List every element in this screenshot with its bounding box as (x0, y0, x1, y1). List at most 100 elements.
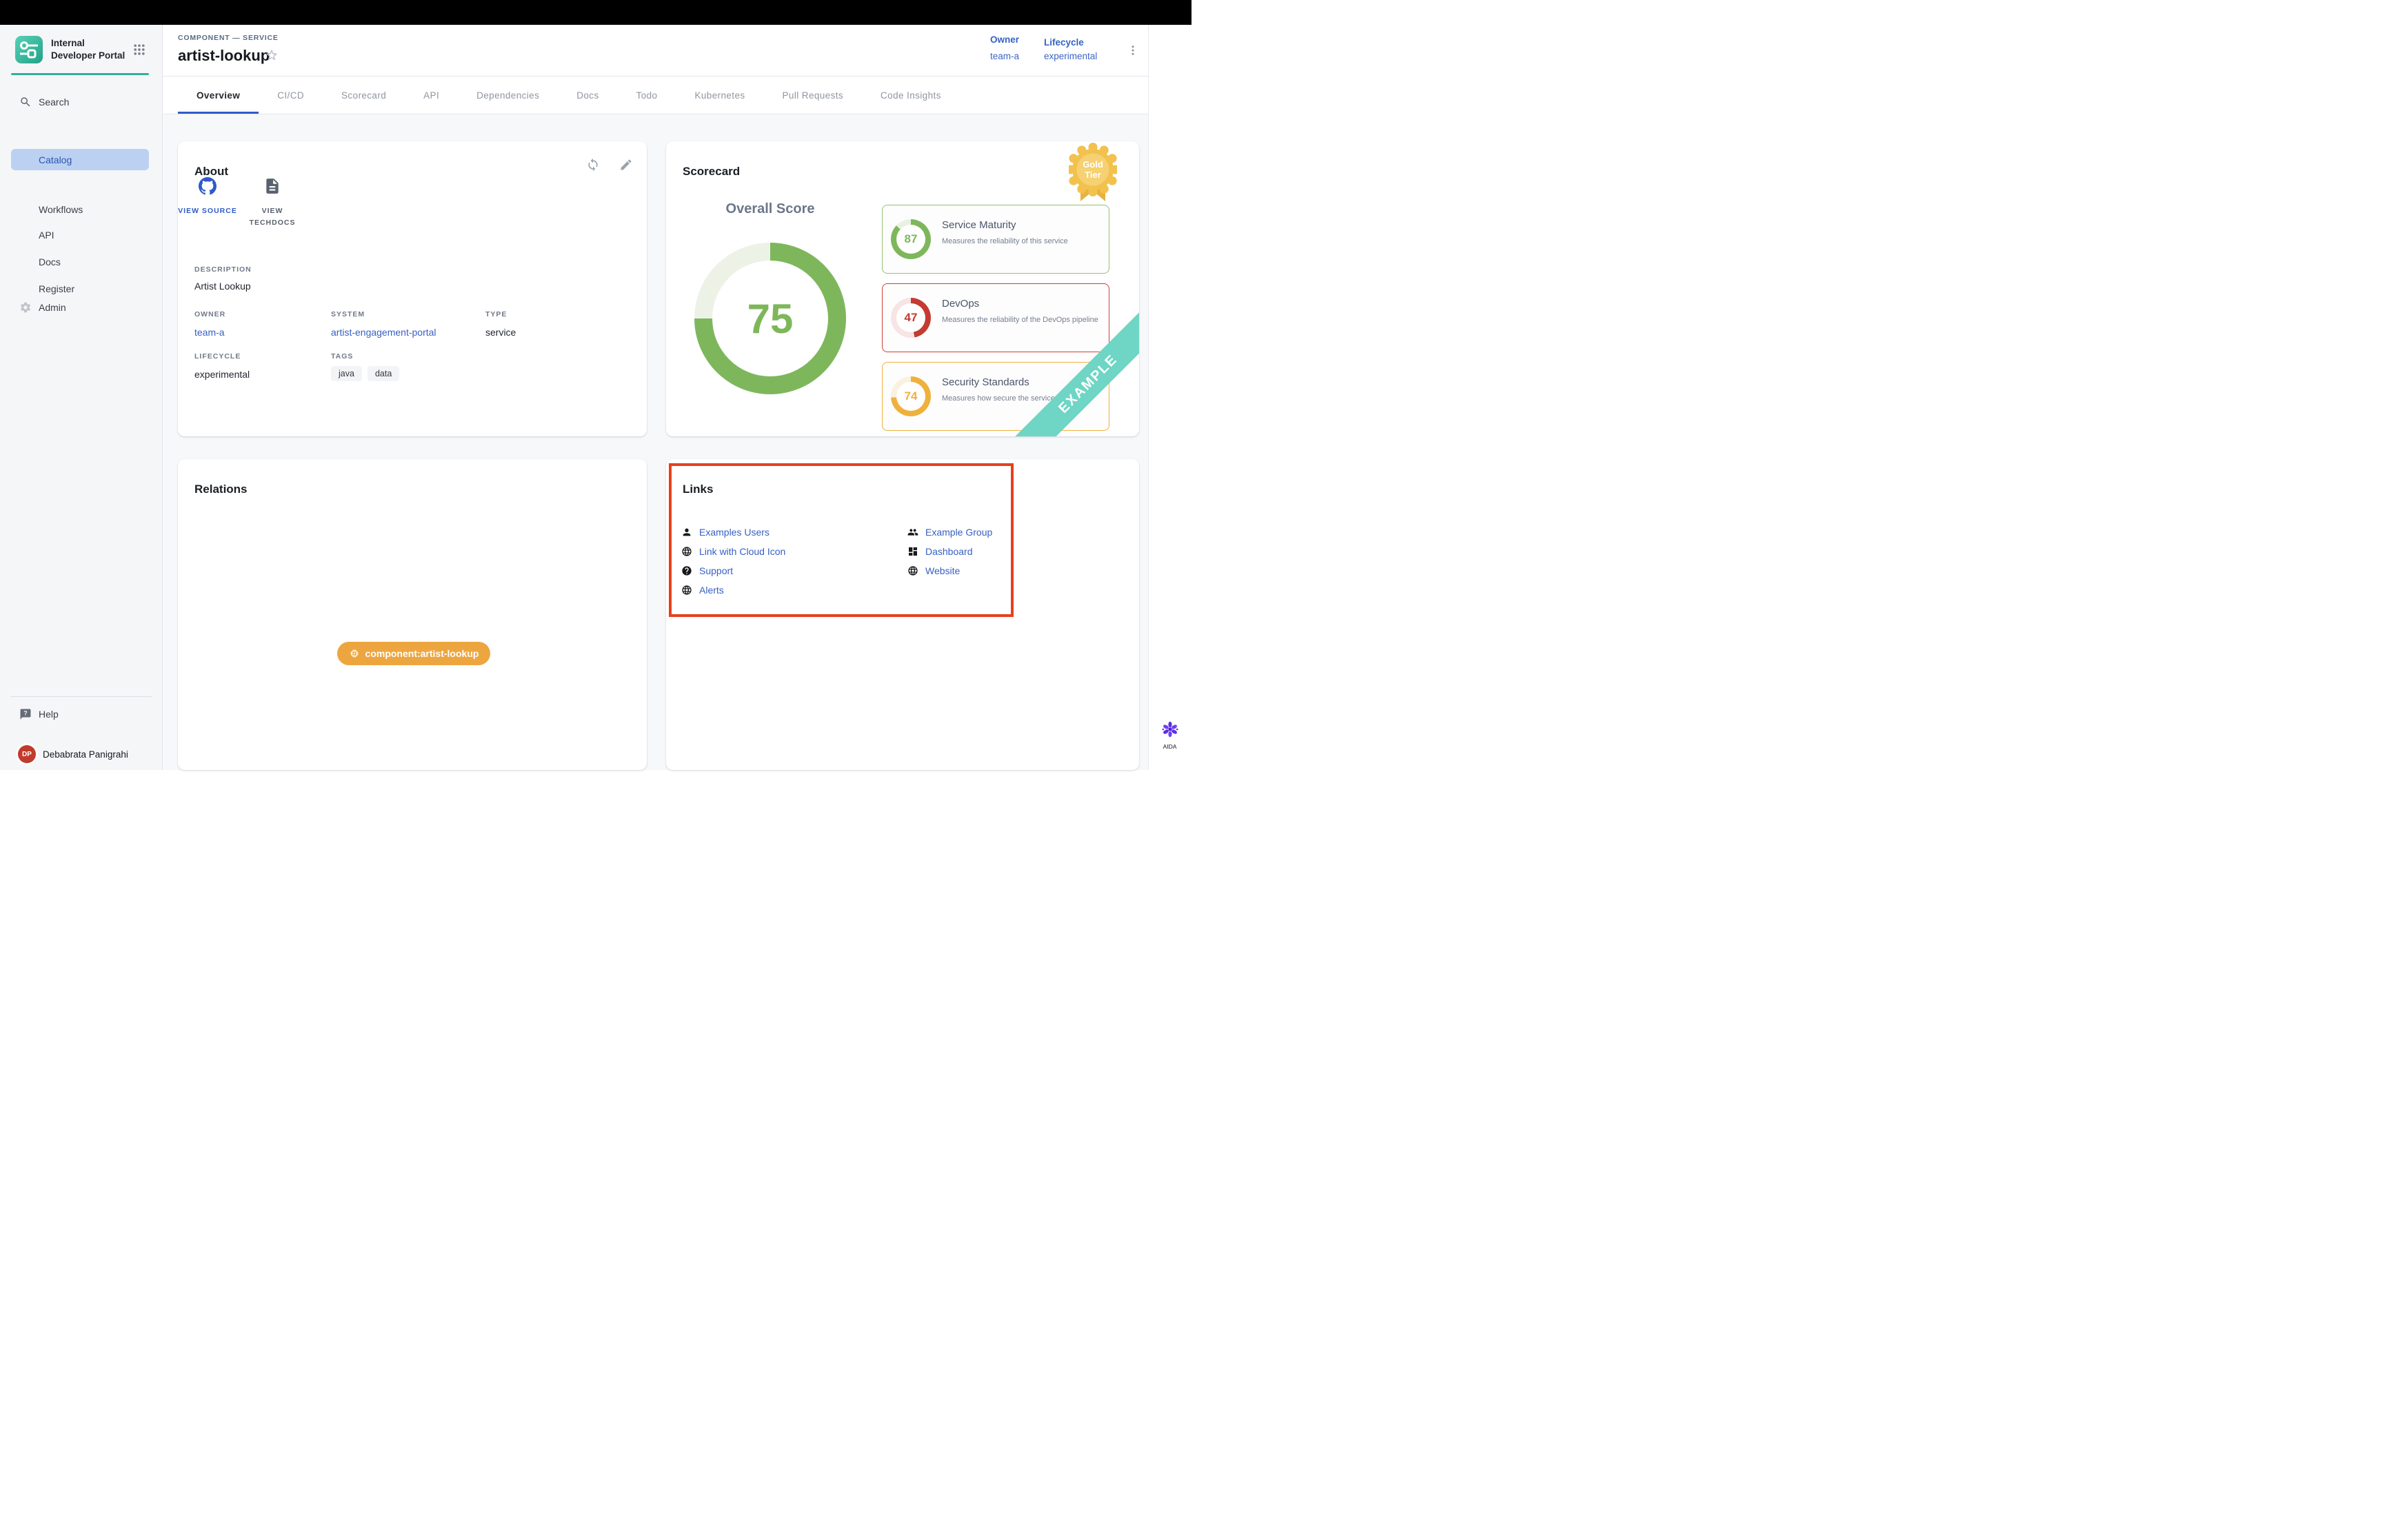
favorite-star-icon[interactable] (265, 48, 279, 62)
tab-docs[interactable]: Docs (558, 77, 617, 114)
gear-icon (19, 301, 32, 314)
portal-logo[interactable] (15, 36, 43, 63)
document-icon (263, 177, 281, 195)
tag-chip[interactable]: data (368, 366, 399, 381)
link-examples-users[interactable]: Examples Users (681, 525, 770, 539)
sidebar-item-api[interactable]: API (0, 224, 163, 246)
description-label: DESCRIPTION (194, 265, 252, 274)
system-label: SYSTEM (331, 310, 365, 318)
kebab-menu-icon[interactable] (1127, 43, 1139, 58)
tab-bar: Overview CI/CD Scorecard API Dependencie… (163, 77, 1148, 114)
owner-label: OWNER (194, 310, 225, 318)
group-icon (907, 527, 918, 538)
page-header: COMPONENT — SERVICE artist-lookup Owner … (163, 25, 1148, 77)
tab-code-insights[interactable]: Code Insights (862, 77, 960, 114)
relations-title: Relations (194, 483, 248, 496)
links-card: Links Examples Users Link with Cloud Ico… (666, 459, 1139, 770)
security-standards-gauge: 74 (891, 376, 931, 416)
link-support[interactable]: Support (681, 564, 733, 578)
tab-dependencies[interactable]: Dependencies (458, 77, 558, 114)
github-icon (199, 177, 217, 195)
header-owner: Owner team-a (990, 34, 1019, 61)
apps-grid-icon[interactable] (132, 43, 146, 57)
aida-flower-icon (1161, 720, 1179, 738)
aida-assistant-button[interactable]: AIDA (1148, 720, 1192, 755)
aida-label: AIDA (1148, 743, 1192, 750)
sidebar: Internal Developer Portal Search Overvie… (0, 25, 163, 770)
overall-score-label: Overall Score (667, 201, 874, 217)
link-example-group[interactable]: Example Group (907, 525, 992, 539)
brand-underline (11, 73, 149, 75)
lifecycle-value: experimental (194, 369, 250, 380)
dashboard-icon (907, 546, 918, 557)
link-cloud-icon-link[interactable]: Link with Cloud Icon (681, 545, 785, 558)
avatar: DP (18, 745, 36, 763)
search-icon (19, 96, 32, 108)
system-link[interactable]: artist-engagement-portal (331, 327, 436, 338)
devops-gauge: 47 (891, 298, 931, 338)
gold-tier-badge: Gold Tier (1069, 142, 1117, 205)
user-name: Debabrata Panigrahi (43, 749, 128, 760)
tab-pull-requests[interactable]: Pull Requests (764, 77, 863, 114)
metric-card-devops[interactable]: 47 DevOps Measures the reliability of th… (882, 283, 1109, 352)
sidebar-item-admin[interactable]: Admin (0, 296, 163, 318)
link-dashboard[interactable]: Dashboard (907, 545, 973, 558)
metric-card-service-maturity[interactable]: 87 Service Maturity Measures the reliabi… (882, 205, 1109, 274)
lifecycle-value: experimental (1044, 51, 1097, 61)
right-edge-strip (1148, 25, 1192, 770)
brand-title: Internal Developer Portal (51, 37, 128, 61)
globe-icon (907, 565, 918, 576)
scorecard-card: Scorecard Overall Score 75 87 Service Ma… (666, 141, 1139, 436)
gold-badge-line2: Tier (1085, 170, 1101, 180)
sidebar-user[interactable]: DP Debabrata Panigrahi (0, 740, 163, 768)
type-label: TYPE (485, 310, 507, 318)
refresh-icon[interactable] (586, 158, 600, 172)
view-techdocs-button[interactable]: VIEW TECHDOCS (241, 177, 303, 229)
type-value: service (485, 327, 516, 338)
header-lifecycle: Lifecycle experimental (1044, 37, 1097, 61)
tab-todo[interactable]: Todo (618, 77, 676, 114)
tag-chip[interactable]: java (331, 366, 362, 381)
sidebar-divider (11, 696, 152, 697)
page-title: artist-lookup (178, 47, 270, 65)
link-alerts[interactable]: Alerts (681, 583, 724, 597)
tab-scorecard[interactable]: Scorecard (323, 77, 405, 114)
relations-card: Relations component:artist-lookup (178, 459, 647, 770)
sidebar-search[interactable]: Search (0, 91, 163, 113)
sidebar-item-docs[interactable]: Docs (0, 251, 163, 273)
sidebar-item-help[interactable]: Help (0, 703, 163, 725)
overall-score-gauge: 75 (694, 243, 846, 394)
search-label: Search (39, 97, 69, 108)
tags-row: java data (331, 366, 399, 381)
owner-link[interactable]: team-a (194, 327, 225, 338)
link-website[interactable]: Website (907, 564, 960, 578)
help-icon (681, 565, 692, 576)
view-source-button[interactable]: VIEW SOURCE (178, 177, 239, 217)
person-icon (681, 527, 692, 538)
description-value: Artist Lookup (194, 281, 251, 292)
tab-overview[interactable]: Overview (178, 77, 259, 114)
relation-node-component[interactable]: component:artist-lookup (337, 642, 490, 665)
owner-link[interactable]: team-a (990, 51, 1019, 61)
service-maturity-gauge: 87 (891, 219, 931, 259)
tab-kubernetes[interactable]: Kubernetes (676, 77, 763, 114)
links-title: Links (683, 483, 713, 496)
globe-icon (681, 546, 692, 557)
portal-logo-icon (15, 36, 43, 63)
main-area: COMPONENT — SERVICE artist-lookup Owner … (163, 25, 1148, 770)
tab-cicd[interactable]: CI/CD (259, 77, 323, 114)
top-black-bar (0, 0, 1192, 25)
sidebar-item-workflows[interactable]: Workflows (0, 199, 163, 221)
tags-label: TAGS (331, 352, 353, 361)
scorecard-title: Scorecard (683, 165, 740, 179)
sidebar-item-catalog[interactable]: Catalog (11, 149, 149, 170)
overall-score-value: 75 (747, 295, 794, 343)
about-card: About VIEW SOURCE VIEW TECHDOCS DESCRIPT… (178, 141, 647, 436)
help-chat-icon (19, 708, 32, 720)
gold-badge-line1: Gold (1083, 159, 1103, 170)
globe-icon (681, 585, 692, 596)
breadcrumb-eyebrow: COMPONENT — SERVICE (178, 34, 279, 42)
tab-api[interactable]: API (405, 77, 458, 114)
lifecycle-label: LIFECYCLE (194, 352, 241, 361)
edit-pencil-icon[interactable] (619, 158, 633, 172)
